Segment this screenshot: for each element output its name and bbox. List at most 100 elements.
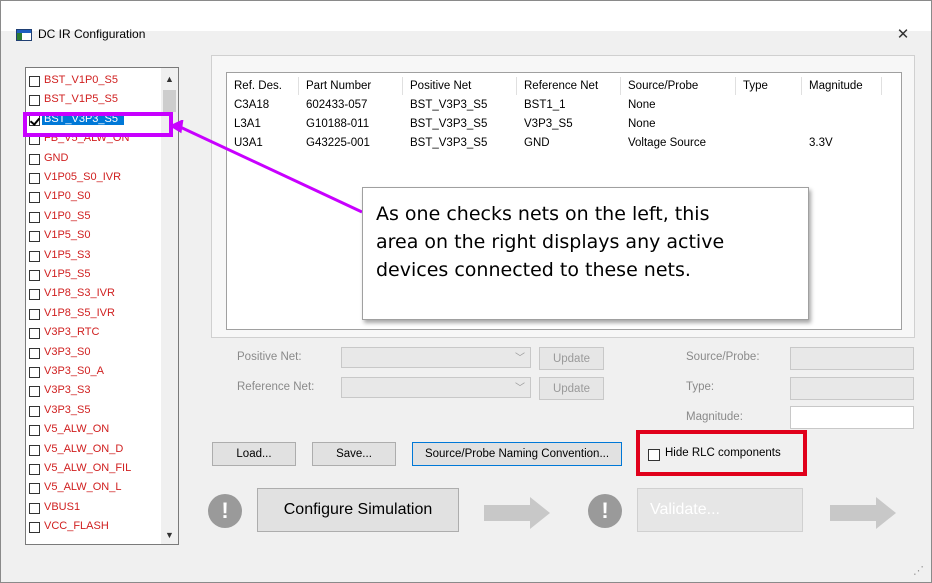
table-header-cell[interactable]: Ref. Des. [227,77,299,95]
net-checkbox[interactable] [29,231,40,243]
net-checkbox[interactable] [29,289,40,301]
net-label: V3P3_RTC [44,326,100,339]
net-label: V5_ALW_ON_D [44,442,124,455]
net-list-item[interactable]: GND [29,150,159,169]
net-list-item[interactable]: V1P8_S5_IVR [29,305,159,324]
net-list-item[interactable]: V3P3_S5 [29,402,159,421]
net-list-item[interactable]: V1P5_S5 [29,266,159,285]
net-checkbox[interactable] [29,173,40,184]
table-cell: 3.3V [809,137,833,149]
net-list-item[interactable]: V5_ALW_ON_FIL [29,460,159,479]
net-checkbox[interactable] [29,192,40,204]
naming-convention-button[interactable]: Source/Probe Naming Convention... [412,442,622,466]
save-button[interactable]: Save... [312,442,396,466]
table-cell: V3P3_S5 [524,118,573,130]
reference-net-combo[interactable]: ﹀ [341,377,531,398]
net-list[interactable]: BST_V1P0_S5 BST_V1P5_S5 BST_V3P3_S5 FB_V5_A… [25,67,179,545]
type-field[interactable] [790,377,914,400]
net-list-item[interactable]: V5_ALW_ON [29,421,159,440]
net-checkbox[interactable] [29,444,40,456]
net-checkbox[interactable] [29,405,40,417]
validate-button[interactable]: Validate... [637,488,803,532]
magnitude-field[interactable] [790,406,914,429]
net-label: V3P3_S3 [44,384,91,397]
net-checkbox[interactable] [29,153,40,165]
table-cell: 602433-057 [306,99,368,111]
net-label: VBUS1 [44,500,81,513]
net-checkbox[interactable] [29,308,40,320]
net-checkbox[interactable] [29,464,40,475]
net-checkbox[interactable] [29,386,40,398]
net-label: V1P0_S0 [44,190,91,203]
net-list-item[interactable]: BST_V1P5_S5 [29,91,159,110]
net-label: V1P05_S0_IVR [44,171,122,183]
chevron-down-icon: ﹀ [515,383,525,394]
scroll-thumb[interactable] [163,90,176,112]
scroll-up-icon[interactable]: ▲ [165,74,174,84]
table-header-cell[interactable]: Part Number [299,77,403,95]
table-cell: BST_V3P3_S5 [410,99,488,111]
net-label: VCC_FLASH [44,520,109,533]
callout-line: As one checks nets on the left, this [376,203,710,225]
callout-line: area on the right displays any active [376,231,725,253]
table-header-cell[interactable]: Source/Probe [621,77,736,95]
chevron-down-icon: ﹀ [515,353,525,364]
source-probe-field[interactable] [790,347,914,370]
net-checkbox[interactable] [29,328,40,340]
net-list-item[interactable]: V1P5_S0 [29,227,159,246]
warning-icon: ! [208,494,242,528]
table-header-cell[interactable]: Reference Net [517,77,621,95]
table-header-cell[interactable]: Magnitude [802,77,882,95]
net-checkbox[interactable] [29,211,40,223]
net-list-item[interactable]: V1P0_S0 [29,188,159,207]
source-probe-label: Source/Probe: [686,351,760,363]
net-list-item[interactable]: BST_V1P0_S5 [29,72,159,91]
table-cell: BST1_1 [524,99,566,111]
resize-grip-icon[interactable]: ⋰ [913,564,924,577]
reference-net-update-button[interactable]: Update [539,377,604,400]
load-button[interactable]: Load... [212,442,296,466]
net-list-item[interactable]: V3P3_S0_A [29,363,159,382]
net-list-item[interactable]: V1P8_S3_IVR [29,285,159,304]
net-label: V1P0_S5 [44,209,91,222]
table-cell: GND [524,137,550,149]
net-list-item[interactable]: V1P5_S3 [29,247,159,266]
net-list-item[interactable]: V5_ALW_ON_L [29,479,159,498]
net-list-item[interactable]: V1P0_S5 [29,208,159,227]
net-checkbox[interactable] [29,502,40,514]
net-checkbox[interactable] [29,425,40,437]
configure-simulation-button[interactable]: Configure Simulation [257,488,459,532]
net-checkbox[interactable] [29,522,40,534]
net-checkbox[interactable] [29,367,40,378]
app-window-icon [16,29,32,41]
table-row[interactable]: C3A18 602433-057 BST_V3P3_S5 BST1_1 None [227,97,901,116]
net-list-item[interactable]: V3P3_S3 [29,382,159,401]
net-checkbox[interactable] [29,95,40,107]
net-list-item[interactable]: V3P3_RTC [29,324,159,343]
net-label: V1P5_S5 [44,268,91,280]
close-button[interactable]: ✕ [893,25,913,43]
net-checkbox[interactable] [29,270,40,281]
net-list-item[interactable]: V5_ALW_ON_D [29,441,159,460]
net-checkbox[interactable] [29,347,40,359]
table-cell: BST_V3P3_S5 [410,137,488,149]
positive-net-update-button[interactable]: Update [539,347,604,370]
net-label: V1P5_S0 [44,229,91,242]
magnitude-label: Magnitude: [686,411,743,423]
net-label: V1P8_S3_IVR [44,287,115,300]
net-list-item[interactable]: V3P3_S0 [29,344,159,363]
table-header-cell[interactable]: Positive Net [403,77,517,95]
table-header-cell[interactable]: Type [736,77,802,95]
net-list-item[interactable]: VCC_FLASH [29,518,159,537]
scroll-down-icon[interactable]: ▼ [165,530,174,540]
net-checkbox[interactable] [29,76,40,87]
net-checkbox[interactable] [29,483,40,495]
selected-net-highlight [23,112,173,137]
net-label: GND [44,151,69,164]
positive-net-combo[interactable]: ﹀ [341,347,531,368]
net-list-item[interactable]: V1P05_S0_IVR [29,169,159,188]
net-list-item[interactable]: VBUS1 [29,499,159,518]
net-checkbox[interactable] [29,250,40,262]
positive-net-label: Positive Net: [237,351,302,363]
table-cell: None [628,99,656,111]
